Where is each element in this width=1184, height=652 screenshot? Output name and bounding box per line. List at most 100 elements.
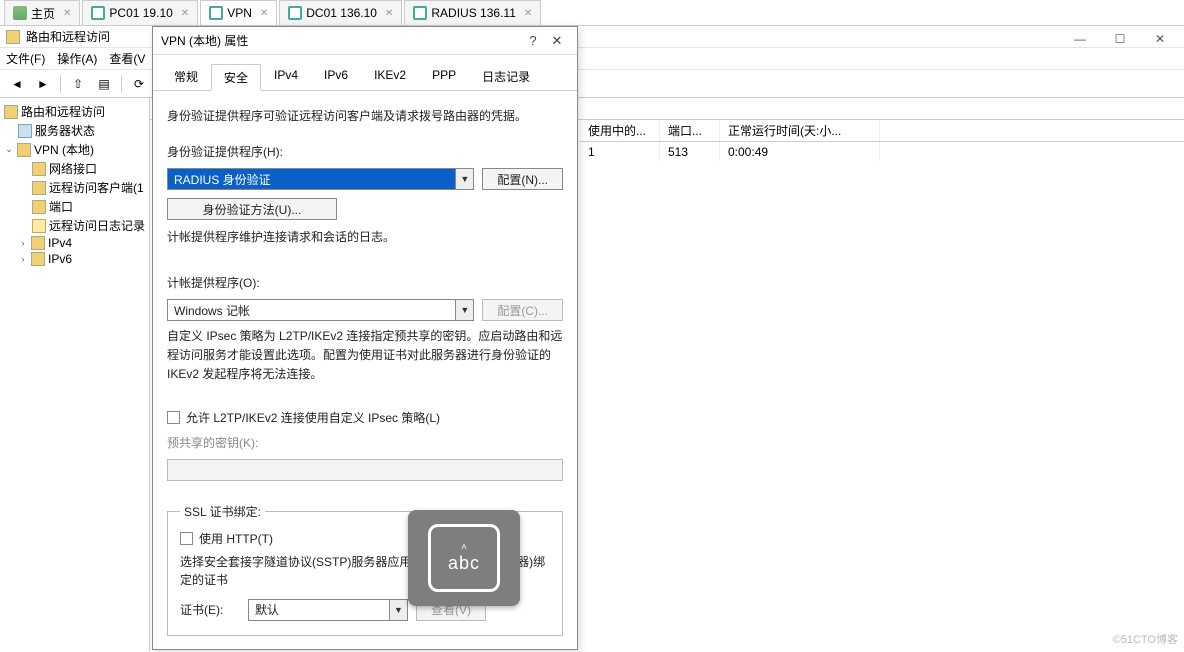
expand-icon[interactable]: › bbox=[18, 254, 28, 264]
cert-label: 证书(E): bbox=[180, 601, 240, 618]
close-icon[interactable]: ✕ bbox=[63, 8, 71, 19]
tree-ipv6[interactable]: › IPv6 bbox=[2, 251, 147, 267]
dialog-titlebar[interactable]: VPN (本地) 属性 ? ✕ bbox=[153, 27, 577, 55]
tree-server-status[interactable]: 服务器状态 bbox=[2, 121, 147, 140]
tree-label: IPv6 bbox=[48, 252, 72, 266]
ime-indicator: ˄ abc bbox=[408, 510, 520, 606]
forward-button[interactable]: ► bbox=[32, 73, 54, 95]
use-http-checkbox[interactable] bbox=[180, 532, 193, 545]
maximize-button[interactable]: ☐ bbox=[1100, 28, 1140, 50]
refresh-button[interactable]: ⟳ bbox=[128, 73, 150, 95]
tab-security[interactable]: 安全 bbox=[211, 64, 261, 91]
list-header: 使用中的... 端口... 正常运行时间(天:小... bbox=[580, 120, 1184, 142]
ipsec-note: 自定义 IPsec 策略为 L2TP/IKEv2 连接指定预共享的密钥。应启动路… bbox=[167, 327, 563, 385]
pc-icon bbox=[413, 6, 427, 20]
close-icon[interactable]: ✕ bbox=[524, 8, 532, 19]
folder-icon bbox=[32, 219, 46, 233]
tab-pc01[interactable]: PC01 19.10 ✕ bbox=[82, 0, 198, 25]
select-value: RADIUS 身份验证 bbox=[168, 171, 455, 188]
psk-input bbox=[167, 459, 563, 481]
home-icon bbox=[13, 6, 27, 20]
tree-label: 路由和远程访问 bbox=[21, 103, 105, 120]
menu-action[interactable]: 操作(A) bbox=[57, 50, 97, 67]
tree-root[interactable]: 路由和远程访问 bbox=[2, 102, 147, 121]
tab-ikev2[interactable]: IKEv2 bbox=[361, 63, 419, 90]
tab-ipv6[interactable]: IPv6 bbox=[311, 63, 361, 90]
status-icon bbox=[18, 124, 32, 138]
configure-auth-button[interactable]: 配置(N)... bbox=[482, 168, 563, 190]
chevron-down-icon[interactable]: ▼ bbox=[455, 300, 473, 320]
pc-icon bbox=[91, 6, 105, 20]
acct-provider-select[interactable]: Windows 记帐 ▼ bbox=[167, 299, 474, 321]
ports-icon bbox=[32, 200, 46, 214]
tree-ras-clients[interactable]: 远程访问客户端(1 bbox=[2, 178, 147, 197]
tab-dc01[interactable]: DC01 136.10 ✕ bbox=[279, 0, 402, 25]
tree-label: 端口 bbox=[49, 198, 73, 215]
select-value: 默认 bbox=[249, 601, 389, 618]
dialog-title: VPN (本地) 属性 bbox=[161, 32, 248, 49]
tab-ipv4[interactable]: IPv4 bbox=[261, 63, 311, 90]
allow-custom-ipsec-label: 允许 L2TP/IKEv2 连接使用自定义 IPsec 策略(L) bbox=[186, 409, 440, 426]
tree-ports[interactable]: 端口 bbox=[2, 197, 147, 216]
cert-select[interactable]: 默认 ▼ bbox=[248, 599, 408, 621]
tree-label: VPN (本地) bbox=[34, 141, 94, 158]
use-http-label: 使用 HTTP(T) bbox=[199, 530, 273, 547]
tab-general[interactable]: 常规 bbox=[161, 63, 211, 90]
configure-acct-button: 配置(C)... bbox=[482, 299, 563, 321]
col-inuse[interactable]: 使用中的... bbox=[580, 120, 660, 141]
ssl-group-legend: SSL 证书绑定: bbox=[180, 503, 265, 520]
collapse-icon[interactable]: ⌄ bbox=[4, 144, 14, 155]
close-button[interactable]: ✕ bbox=[545, 33, 569, 49]
tab-logging[interactable]: 日志记录 bbox=[469, 63, 543, 90]
chevron-down-icon[interactable]: ▼ bbox=[455, 169, 473, 189]
window-controls: — ☐ ✕ bbox=[1060, 28, 1180, 50]
pc-icon bbox=[288, 6, 302, 20]
up-button[interactable]: ⇧ bbox=[67, 73, 89, 95]
tree-ras-logging[interactable]: 远程访问日志记录 bbox=[2, 216, 147, 235]
clients-icon bbox=[32, 181, 46, 195]
caret-up-icon: ˄ bbox=[461, 542, 467, 553]
menu-view[interactable]: 查看(V bbox=[109, 50, 145, 67]
chevron-down-icon[interactable]: ▼ bbox=[389, 600, 407, 620]
tab-home[interactable]: 主页 ✕ bbox=[4, 0, 80, 25]
tab-ppp[interactable]: PPP bbox=[419, 63, 469, 90]
tab-vpn[interactable]: VPN ✕ bbox=[200, 0, 277, 25]
col-port[interactable]: 端口... bbox=[660, 120, 720, 141]
show-hide-button[interactable]: ▤ bbox=[93, 73, 115, 95]
intro-text: 身份验证提供程序可验证远程访问客户端及请求拨号路由器的凭据。 bbox=[167, 107, 563, 125]
tree-label: 远程访问日志记录 bbox=[49, 217, 145, 234]
ime-inner: ˄ abc bbox=[428, 524, 500, 592]
top-tab-bar: 主页 ✕ PC01 19.10 ✕ VPN ✕ DC01 136.10 ✕ RA… bbox=[0, 0, 1184, 26]
auth-methods-button[interactable]: 身份验证方法(U)... bbox=[167, 198, 337, 220]
pc-icon bbox=[209, 6, 223, 20]
tree-ipv4[interactable]: › IPv4 bbox=[2, 235, 147, 251]
close-button[interactable]: ✕ bbox=[1140, 28, 1180, 50]
rras-icon bbox=[4, 105, 18, 119]
ipv6-icon bbox=[31, 252, 45, 266]
cell-port: 513 bbox=[660, 143, 720, 161]
tree-network-interfaces[interactable]: 网络接口 bbox=[2, 159, 147, 178]
minimize-button[interactable]: — bbox=[1060, 28, 1100, 50]
auth-provider-select[interactable]: RADIUS 身份验证 ▼ bbox=[167, 168, 474, 190]
col-uptime[interactable]: 正常运行时间(天:小... bbox=[720, 120, 880, 141]
close-icon[interactable]: ✕ bbox=[181, 8, 189, 19]
tab-label: DC01 136.10 bbox=[306, 6, 377, 20]
close-icon[interactable]: ✕ bbox=[260, 8, 268, 19]
acct-provider-label: 计帐提供程序(O): bbox=[167, 274, 563, 291]
close-icon[interactable]: ✕ bbox=[385, 8, 393, 19]
tab-label: VPN bbox=[227, 6, 252, 20]
tree-vpn-local[interactable]: ⌄ VPN (本地) bbox=[2, 140, 147, 159]
tab-radius[interactable]: RADIUS 136.11 ✕ bbox=[404, 0, 541, 25]
back-button[interactable]: ◄ bbox=[6, 73, 28, 95]
help-button[interactable]: ? bbox=[521, 33, 545, 48]
tree-label: 远程访问客户端(1 bbox=[49, 179, 144, 196]
select-value: Windows 记帐 bbox=[168, 302, 455, 319]
allow-custom-ipsec-checkbox[interactable] bbox=[167, 411, 180, 424]
tab-label: 主页 bbox=[31, 5, 55, 22]
menu-file[interactable]: 文件(F) bbox=[6, 50, 45, 67]
list-row[interactable]: 1 513 0:00:49 bbox=[580, 142, 1184, 162]
expand-icon[interactable]: › bbox=[18, 238, 28, 248]
dialog-tabs: 常规 安全 IPv4 IPv6 IKEv2 PPP 日志记录 bbox=[153, 55, 577, 91]
separator bbox=[121, 75, 122, 93]
separator bbox=[60, 75, 61, 93]
